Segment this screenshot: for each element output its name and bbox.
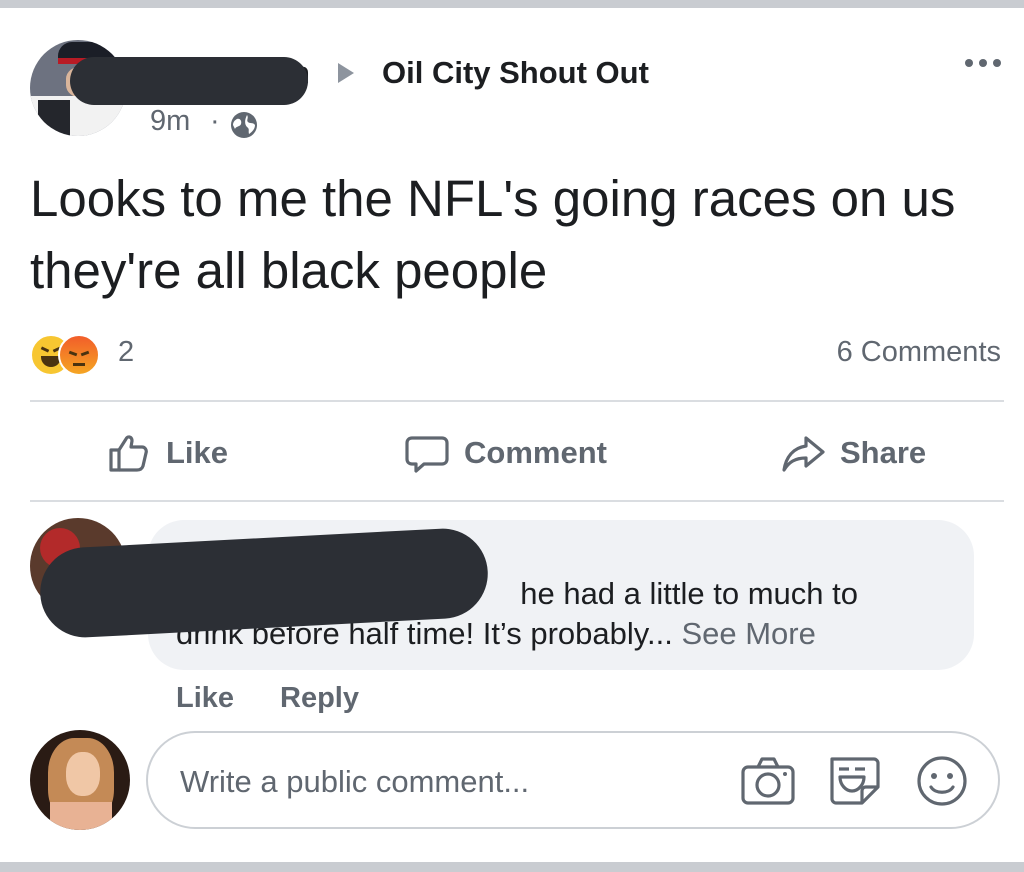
divider — [30, 400, 1004, 402]
meta-separator: · — [210, 105, 220, 137]
share-button[interactable]: Share — [780, 425, 926, 481]
top-edge — [0, 0, 1024, 8]
comment-label: Comment — [464, 435, 607, 470]
globe-icon — [231, 112, 257, 138]
comment-button[interactable]: Comment — [404, 425, 607, 481]
sticker-icon[interactable] — [824, 753, 882, 809]
post-timestamp[interactable]: 9m — [150, 105, 190, 138]
see-more-link[interactable]: See More — [681, 616, 815, 651]
comment-like-button[interactable]: Like — [176, 682, 234, 715]
post-message: Looks to me the NFL's going races on us … — [30, 170, 956, 299]
divider — [30, 500, 1004, 502]
triangle-right-icon — [338, 63, 354, 83]
comment-reply-button[interactable]: Reply — [280, 682, 359, 715]
group-name-link[interactable]: Oil City Shout Out — [382, 55, 649, 91]
share-arrow-icon — [782, 436, 825, 472]
speech-bubble-icon — [405, 436, 449, 473]
camera-icon[interactable] — [738, 753, 798, 809]
thumbs-up-icon — [109, 435, 148, 472]
comment-input[interactable] — [178, 759, 722, 805]
reaction-count[interactable]: 2 — [118, 336, 134, 369]
bottom-edge — [0, 862, 1024, 872]
share-label: Share — [840, 435, 927, 470]
angry-icon — [58, 334, 100, 376]
like-label: Like — [166, 435, 229, 470]
comment-count[interactable]: 6 Comments — [837, 336, 1001, 369]
more-options-icon[interactable] — [960, 52, 1006, 74]
redaction-bar — [70, 57, 308, 105]
like-button[interactable]: Like — [106, 425, 228, 481]
comment-composer — [146, 731, 1000, 829]
current-user-avatar — [30, 730, 130, 830]
smiley-icon[interactable] — [914, 753, 970, 809]
